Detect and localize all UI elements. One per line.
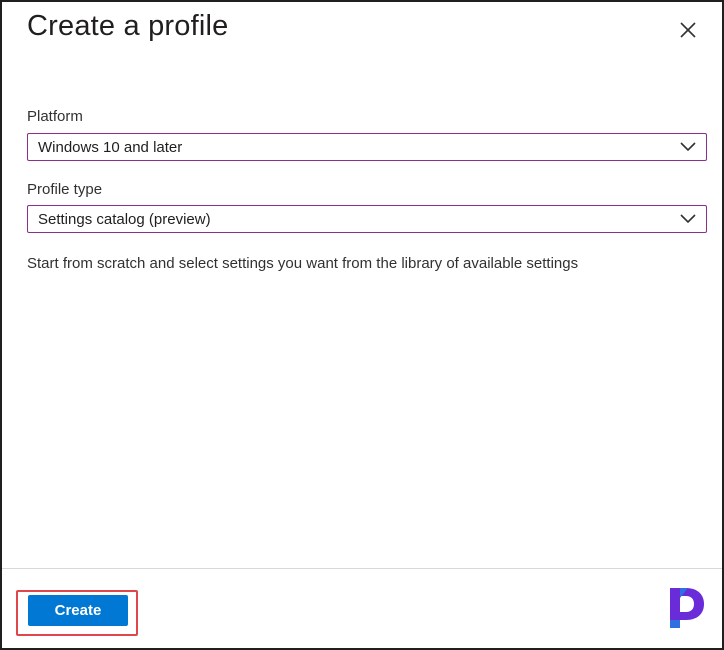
footer-divider <box>2 568 722 569</box>
brand-logo-icon <box>670 588 704 628</box>
profile-type-select-value: Settings catalog (preview) <box>38 210 211 228</box>
close-button[interactable] <box>672 14 704 46</box>
platform-select[interactable]: Windows 10 and later <box>27 133 707 161</box>
create-profile-dialog: Create a profile Platform Windows 10 and… <box>0 0 724 650</box>
profile-type-select[interactable]: Settings catalog (preview) <box>27 205 707 233</box>
dialog-title: Create a profile <box>27 10 229 42</box>
close-icon <box>680 22 696 38</box>
platform-label: Platform <box>27 108 83 125</box>
chevron-down-icon <box>670 206 706 232</box>
profile-type-label: Profile type <box>27 181 103 198</box>
platform-select-value: Windows 10 and later <box>38 138 183 156</box>
chevron-down-icon <box>670 134 706 160</box>
profile-type-description: Start from scratch and select settings y… <box>27 255 579 272</box>
create-button[interactable]: Create <box>28 595 128 626</box>
